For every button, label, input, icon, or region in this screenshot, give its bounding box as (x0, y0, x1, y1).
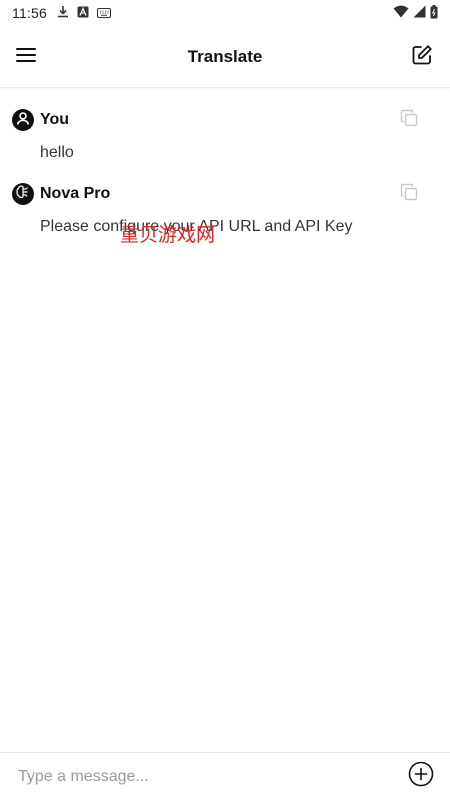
add-circle-icon (408, 761, 434, 792)
app-bar: Translate (0, 26, 450, 88)
message-input[interactable] (0, 756, 406, 797)
page-title: Translate (187, 46, 263, 66)
new-chat-button[interactable] (406, 41, 438, 73)
copy-icon (400, 183, 418, 206)
user-avatar (12, 109, 34, 131)
battery-icon (430, 4, 438, 22)
signal-icon (413, 5, 426, 21)
add-button[interactable] (406, 761, 436, 792)
font-icon (77, 5, 89, 21)
bot-avatar (12, 183, 34, 205)
message-header: Nova Pro (12, 181, 438, 207)
status-icons-left (57, 5, 111, 21)
brain-icon (15, 184, 31, 205)
message-text: Please configure your API URL and API Ke… (40, 218, 353, 235)
input-bar (0, 752, 450, 800)
edit-icon (411, 44, 433, 71)
sender-name: You (40, 111, 70, 128)
message-text: hello (40, 144, 74, 161)
copy-button[interactable] (398, 183, 420, 205)
sender-name: Nova Pro (40, 185, 111, 202)
message-header: You (12, 107, 438, 133)
menu-button[interactable] (10, 41, 42, 73)
status-icons-right (393, 4, 438, 22)
status-bar: 11:56 (0, 0, 450, 26)
keyboard-icon (97, 5, 111, 21)
chat-list: You hello Nova Pro Please configure your… (0, 88, 450, 237)
copy-icon (400, 109, 418, 132)
status-time: 11:56 (12, 5, 47, 21)
download-icon (57, 5, 69, 21)
menu-icon (16, 47, 36, 68)
screen: 11:56 Translate You hello Nova Pro Pleas… (0, 0, 450, 800)
message-item: You hello (0, 107, 450, 163)
user-icon (16, 111, 30, 130)
copy-button[interactable] (398, 109, 420, 131)
message-item: Nova Pro Please configure your API URL a… (0, 181, 450, 237)
wifi-icon (393, 5, 409, 21)
